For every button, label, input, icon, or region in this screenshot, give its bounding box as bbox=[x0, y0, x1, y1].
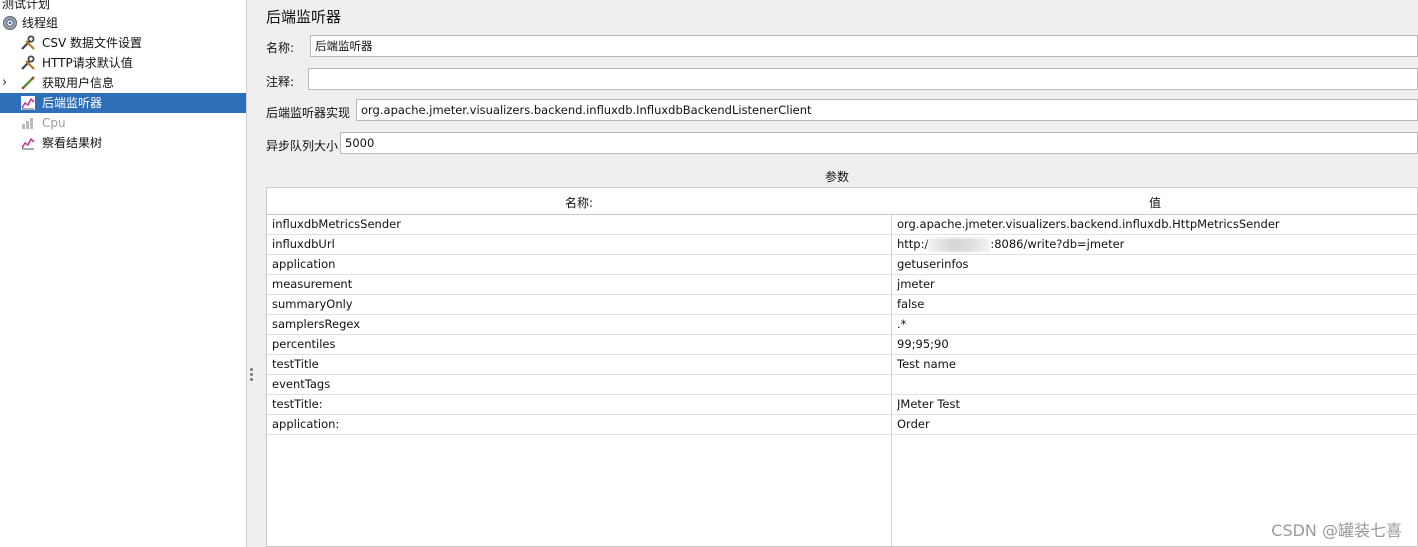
queue-size-label: 异步队列大小 bbox=[266, 139, 339, 153]
gear-icon bbox=[2, 15, 18, 31]
param-value[interactable]: false bbox=[897, 295, 1417, 314]
table-row[interactable]: testTitle Test name bbox=[267, 355, 1417, 375]
tree-item-label: CSV 数据文件设置 bbox=[42, 36, 143, 50]
watermark: CSDN @罐装七喜 bbox=[1271, 521, 1402, 540]
tree-item-label: HTTP请求默认值 bbox=[42, 56, 133, 70]
param-name[interactable]: influxdbMetricsSender bbox=[272, 215, 882, 234]
param-value[interactable]: jmeter bbox=[897, 275, 1417, 294]
param-name[interactable]: percentiles bbox=[272, 335, 882, 354]
table-row[interactable]: application getuserinfos bbox=[267, 255, 1417, 275]
tree-item-label: 获取用户信息 bbox=[42, 76, 115, 90]
param-value[interactable]: Test name bbox=[897, 355, 1417, 374]
param-value[interactable]: getuserinfos bbox=[897, 255, 1417, 274]
test-plan-tree: 测试计划 线程组 CSV 数据文件设置 HTTP请求默认值 › 获取用户信息 后… bbox=[0, 0, 246, 547]
param-value[interactable]: .* bbox=[897, 315, 1417, 334]
tree-item-label: 后端监听器 bbox=[42, 96, 103, 110]
column-header-name[interactable]: 名称: bbox=[267, 188, 891, 214]
impl-label: 后端监听器实现 bbox=[266, 106, 351, 120]
parameters-title: 参数 bbox=[824, 170, 849, 184]
table-row[interactable]: percentiles 99;95;90 bbox=[267, 335, 1417, 355]
param-value[interactable]: org.apache.jmeter.visualizers.backend.in… bbox=[897, 215, 1417, 234]
tree-item-label: 察看结果树 bbox=[42, 136, 103, 150]
table-row[interactable]: application: Order bbox=[267, 415, 1417, 435]
table-row[interactable]: influxdbUrl http:/ :8086/write?db=jmeter bbox=[267, 235, 1417, 255]
wrench-icon bbox=[20, 35, 36, 51]
table-row[interactable]: eventTags bbox=[267, 375, 1417, 395]
column-header-value[interactable]: 值 bbox=[892, 188, 1417, 214]
impl-select[interactable]: org.apache.jmeter.visualizers.backend.in… bbox=[356, 99, 1418, 121]
table-row[interactable]: samplersRegex .* bbox=[267, 315, 1417, 335]
tree-item-get-user-info[interactable]: › 获取用户信息 bbox=[0, 73, 246, 93]
param-name[interactable]: application: bbox=[272, 415, 882, 434]
name-field[interactable] bbox=[310, 35, 1418, 57]
tree-item-label: 测试计划 bbox=[2, 0, 51, 11]
chevron-right-icon[interactable]: › bbox=[2, 73, 12, 93]
table-row[interactable]: measurement jmeter bbox=[267, 275, 1417, 295]
param-name[interactable]: testTitle: bbox=[272, 395, 882, 414]
chart-icon bbox=[20, 135, 36, 151]
comment-label: 注释: bbox=[266, 75, 295, 89]
tree-item-label: Cpu bbox=[42, 116, 66, 130]
wrench-icon bbox=[20, 55, 36, 71]
param-name[interactable]: application bbox=[272, 255, 882, 274]
param-value[interactable]: JMeter Test bbox=[897, 395, 1417, 414]
splitter-grip-icon[interactable] bbox=[250, 368, 254, 384]
table-row[interactable]: influxdbMetricsSender org.apache.jmeter.… bbox=[267, 215, 1417, 235]
table-header: 名称: 值 bbox=[267, 188, 1417, 215]
table-row[interactable]: testTitle: JMeter Test bbox=[267, 395, 1417, 415]
tree-item-label: 线程组 bbox=[22, 16, 59, 30]
comment-field[interactable] bbox=[308, 68, 1418, 90]
chart-icon bbox=[20, 95, 36, 111]
tree-item-backend-listener[interactable]: 后端监听器 bbox=[0, 93, 246, 113]
tree-item-thread-group[interactable]: 线程组 bbox=[0, 13, 246, 33]
param-name[interactable]: measurement bbox=[272, 275, 882, 294]
param-value-suffix: :8086/write?db=jmeter bbox=[990, 237, 1125, 251]
table-row[interactable]: summaryOnly false bbox=[267, 295, 1417, 315]
name-label: 名称: bbox=[266, 41, 295, 55]
tree-item-test-plan[interactable]: 测试计划 bbox=[0, 0, 246, 14]
param-value-prefix: http:/ bbox=[897, 237, 929, 251]
tree-item-view-results-tree[interactable]: 察看结果树 bbox=[0, 133, 246, 153]
chart-icon bbox=[20, 115, 36, 131]
queue-size-field[interactable] bbox=[340, 132, 1418, 154]
param-name[interactable]: eventTags bbox=[272, 375, 882, 394]
param-name[interactable]: testTitle bbox=[272, 355, 882, 374]
parameters-table: 名称: 值 influxdbMetricsSender org.apache.j… bbox=[266, 187, 1418, 547]
redacted-host bbox=[928, 237, 991, 252]
tree-item-csv-data-set[interactable]: CSV 数据文件设置 bbox=[0, 33, 246, 53]
param-name[interactable]: summaryOnly bbox=[272, 295, 882, 314]
param-name[interactable]: influxdbUrl bbox=[272, 235, 882, 254]
param-value[interactable]: Order bbox=[897, 415, 1417, 434]
param-value[interactable]: http:/ :8086/write?db=jmeter bbox=[897, 235, 1417, 254]
backend-listener-panel: 后端监听器 名称: 注释: 后端监听器实现 org.apache.jmeter.… bbox=[256, 0, 1418, 547]
tree-item-cpu[interactable]: Cpu bbox=[0, 113, 246, 133]
param-value[interactable] bbox=[897, 375, 1417, 394]
pipette-icon bbox=[20, 75, 36, 91]
page-title: 后端监听器 bbox=[266, 8, 342, 26]
param-value[interactable]: 99;95;90 bbox=[897, 335, 1417, 354]
tree-item-http-defaults[interactable]: HTTP请求默认值 bbox=[0, 53, 246, 73]
param-name[interactable]: samplersRegex bbox=[272, 315, 882, 334]
